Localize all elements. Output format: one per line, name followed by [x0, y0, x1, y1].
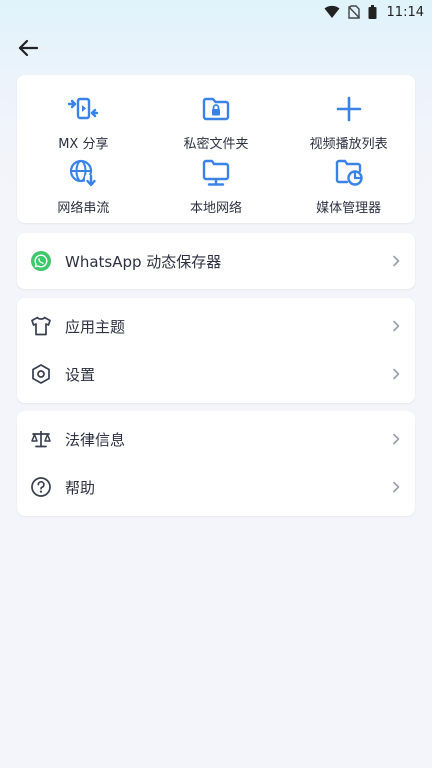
status-time: 11:14 — [386, 4, 424, 20]
private-folder-icon — [199, 92, 233, 126]
private-folder-button[interactable]: 私密文件夹 — [150, 92, 283, 156]
status-bar: 11:14 — [0, 0, 432, 24]
legal-group-card: 法律信息 帮助 — [17, 411, 415, 516]
no-sim-icon — [347, 5, 360, 19]
chevron-right-icon — [391, 367, 401, 381]
chevron-right-icon — [391, 480, 401, 494]
tshirt-icon — [30, 315, 52, 337]
media-manager-button[interactable]: 媒体管理器 — [282, 156, 415, 220]
whatsapp-label: WhatsApp 动态保存器 — [65, 252, 222, 271]
help-row[interactable]: 帮助 — [17, 463, 415, 511]
app-theme-label: 应用主题 — [65, 317, 126, 336]
whatsapp-card: WhatsApp 动态保存器 — [17, 233, 415, 289]
network-stream-label: 网络串流 — [57, 201, 110, 216]
help-icon — [30, 476, 52, 498]
battery-icon — [368, 5, 377, 19]
local-network-button[interactable]: 本地网络 — [150, 156, 283, 220]
media-manager-icon — [332, 156, 366, 190]
video-playlist-button[interactable]: 视频播放列表 — [282, 92, 415, 156]
legal-info-row[interactable]: 法律信息 — [17, 415, 415, 463]
arrow-left-icon — [18, 39, 39, 57]
mx-share-icon — [66, 92, 100, 126]
plus-icon — [332, 92, 366, 126]
quick-actions-card: MX 分享 私密文件夹 视频播放列表 网络串流 本地网络 媒体管理器 — [17, 75, 415, 223]
network-stream-icon — [66, 156, 100, 190]
hexagon-settings-icon — [30, 363, 52, 385]
legal-info-label: 法律信息 — [65, 430, 126, 449]
video-playlist-label: 视频播放列表 — [309, 137, 388, 152]
local-network-icon — [199, 156, 233, 190]
settings-label: 设置 — [65, 365, 96, 384]
media-manager-label: 媒体管理器 — [316, 201, 382, 216]
settings-group-card: 应用主题 设置 — [17, 298, 415, 403]
scale-icon — [30, 428, 52, 450]
private-folder-label: 私密文件夹 — [183, 137, 249, 152]
app-theme-row[interactable]: 应用主题 — [17, 302, 415, 350]
back-button[interactable] — [14, 34, 42, 62]
chevron-right-icon — [391, 432, 401, 446]
local-network-label: 本地网络 — [189, 201, 242, 216]
help-label: 帮助 — [65, 478, 96, 497]
chevron-right-icon — [391, 319, 401, 333]
whatsapp-icon — [30, 250, 52, 272]
chevron-right-icon — [391, 254, 401, 268]
whatsapp-status-saver-row[interactable]: WhatsApp 动态保存器 — [17, 233, 415, 289]
mx-share-button[interactable]: MX 分享 — [17, 92, 150, 156]
quick-actions-grid: MX 分享 私密文件夹 视频播放列表 网络串流 本地网络 媒体管理器 — [17, 92, 415, 220]
wifi-icon — [324, 5, 340, 18]
network-stream-button[interactable]: 网络串流 — [17, 156, 150, 220]
settings-row[interactable]: 设置 — [17, 350, 415, 398]
mx-share-label: MX 分享 — [58, 137, 109, 152]
